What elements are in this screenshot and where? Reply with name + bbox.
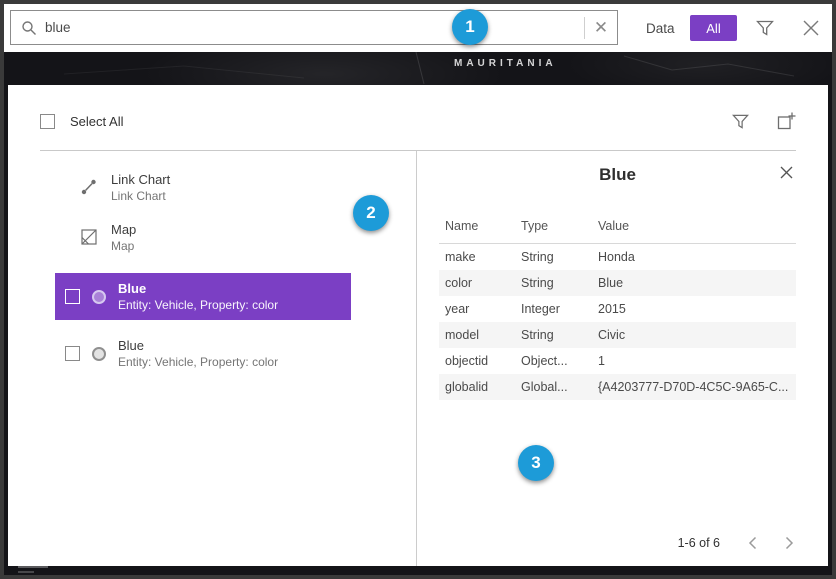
select-all-label: Select All [70,114,123,129]
cell-name: objectid [439,348,515,374]
item-title: Blue [118,280,278,297]
cell-value: Blue [592,270,796,296]
table-row: model String Civic [439,322,796,348]
col-value: Value [592,213,796,244]
cell-value: 2015 [592,296,796,322]
item-title: Blue [118,337,278,354]
properties-table: Name Type Value make String Honda color [439,213,796,400]
item-subtitle: Link Chart [111,188,170,204]
callout-badge-3: 3 [518,445,554,481]
link-chart-icon [80,178,98,196]
add-selection-icon[interactable] [776,111,796,131]
cell-type: String [515,270,592,296]
map-icon [80,228,98,246]
item-subtitle: Entity: Vehicle, Property: color [118,354,278,370]
cell-value: Civic [592,322,796,348]
item-subtitle: Entity: Vehicle, Property: color [118,297,278,313]
pagination-count: 1-6 of 6 [678,536,720,550]
detail-close-icon[interactable] [779,165,794,180]
chevron-right-icon[interactable] [785,536,794,550]
cell-type: String [515,244,592,271]
filter-icon[interactable] [755,18,775,38]
item-title: Link Chart [111,171,170,188]
app-window: WESTERN SAHARA MAURITANIA ✕ Data All [0,0,836,579]
cell-name: globalid [439,374,515,400]
results-filter-icon[interactable] [731,112,750,131]
clear-search-button[interactable]: ✕ [585,11,617,44]
search-toolbar: ✕ Data All [4,4,832,52]
cell-type: Object... [515,348,592,374]
pagination: 1-6 of 6 [678,536,794,550]
item-checkbox[interactable] [65,346,80,361]
list-item-blue[interactable]: Blue Entity: Vehicle, Property: color [55,330,351,377]
scope-all-button[interactable]: All [690,15,737,41]
cell-value: {A4203777-D70D-4C5C-9A65-C... [592,374,796,400]
cell-name: make [439,244,515,271]
callout-badge-1: 1 [452,9,488,45]
search-icon [21,20,37,36]
cell-type: String [515,322,592,348]
table-row: globalid Global... {A4203777-D70D-4C5C-9… [439,374,796,400]
cell-name: model [439,322,515,348]
chevron-left-icon[interactable] [748,536,757,550]
scope-data-button[interactable]: Data [646,4,675,52]
item-checkbox[interactable] [65,289,80,304]
entity-circle-icon [92,290,106,304]
select-all-checkbox[interactable] [40,114,55,129]
table-row: make String Honda [439,244,796,271]
search-results-panel: Select All [8,85,828,566]
entity-circle-icon [92,347,106,361]
item-title: Map [111,221,136,238]
cell-value: Honda [592,244,796,271]
results-header: Select All [40,109,796,133]
table-row: color String Blue [439,270,796,296]
cell-type: Global... [515,374,592,400]
map-scale [18,566,48,573]
table-header-row: Name Type Value [439,213,796,244]
cell-name: year [439,296,515,322]
col-name: Name [439,213,515,244]
search-box[interactable]: ✕ [10,10,618,45]
detail-title: Blue [439,165,796,189]
cell-name: color [439,270,515,296]
cell-value: 1 [592,348,796,374]
cell-type: Integer [515,296,592,322]
callout-badge-2: 2 [353,195,389,231]
search-input[interactable] [45,20,584,35]
item-subtitle: Map [111,238,136,254]
close-icon[interactable] [800,17,822,39]
list-item-blue-selected[interactable]: Blue Entity: Vehicle, Property: color [55,273,351,320]
table-row: year Integer 2015 [439,296,796,322]
table-row: objectid Object... 1 [439,348,796,374]
col-type: Type [515,213,592,244]
detail-panel: Blue Name Type Value [417,151,828,566]
